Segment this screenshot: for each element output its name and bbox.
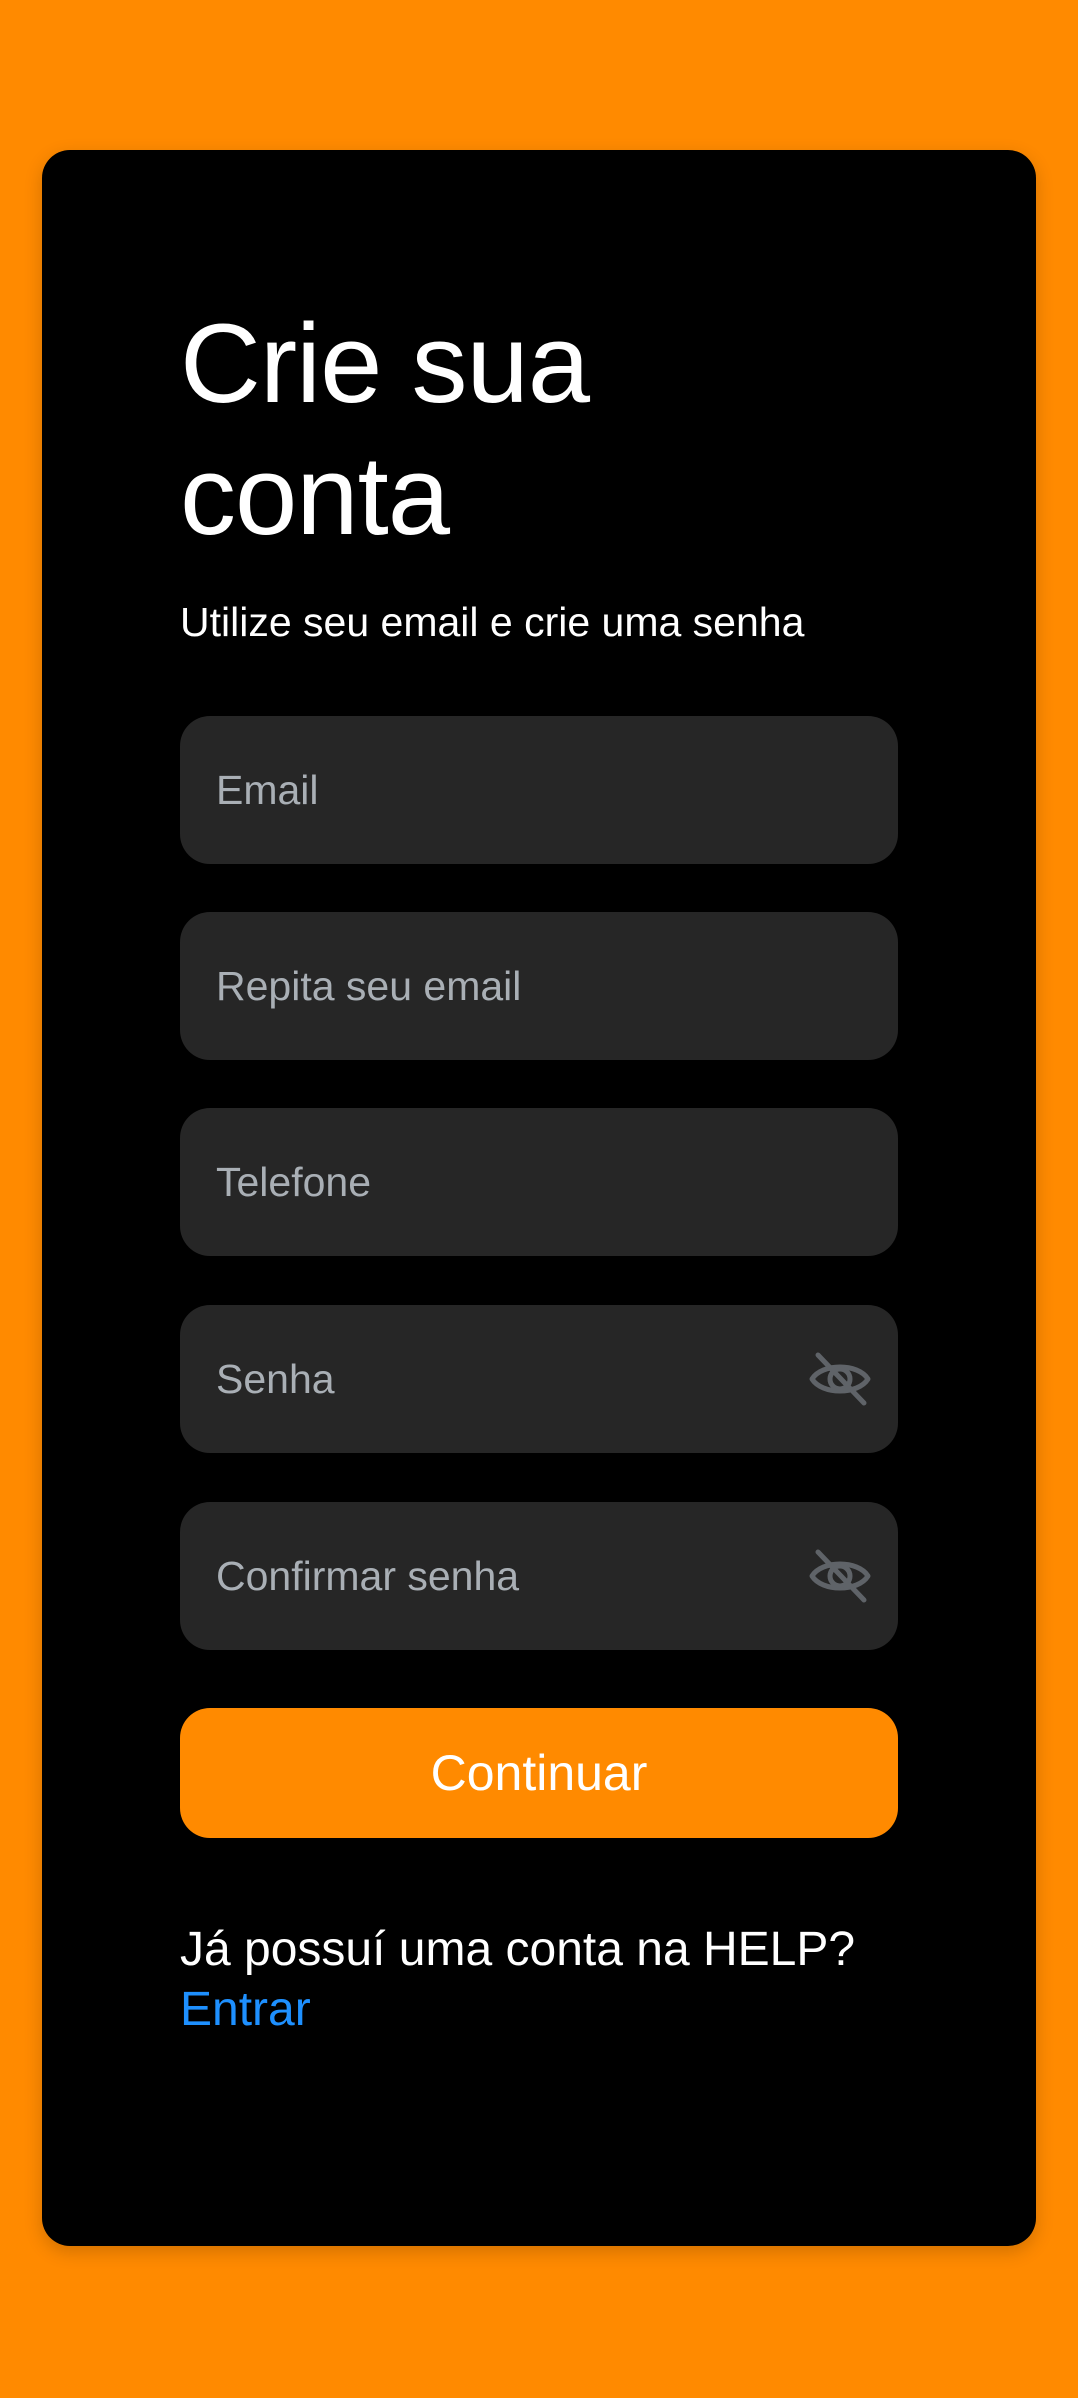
login-link[interactable]: Entrar <box>180 1980 311 2040</box>
page-subtitle: Utilize seu email e crie uma senha <box>180 599 805 645</box>
eye-off-icon[interactable] <box>808 1546 872 1606</box>
continue-button[interactable]: Continuar <box>180 1708 898 1838</box>
page-title: Crie sua conta <box>180 301 590 558</box>
phone-field[interactable] <box>216 1108 776 1256</box>
email-field[interactable] <box>216 716 776 864</box>
email-field-container <box>180 716 898 864</box>
login-prompt: Já possuí uma conta na HELP? <box>180 1923 856 1976</box>
signup-card: Crie sua conta Utilize seu email e crie … <box>42 150 1036 2246</box>
password-confirm-field[interactable] <box>216 1502 776 1650</box>
password-confirm-field-container <box>180 1502 898 1650</box>
phone-field-container <box>180 1108 898 1256</box>
password-field-container <box>180 1305 898 1453</box>
email-confirm-field-container <box>180 912 898 1060</box>
password-field[interactable] <box>216 1305 776 1453</box>
eye-off-icon[interactable] <box>808 1349 872 1409</box>
email-confirm-field[interactable] <box>216 912 776 1060</box>
